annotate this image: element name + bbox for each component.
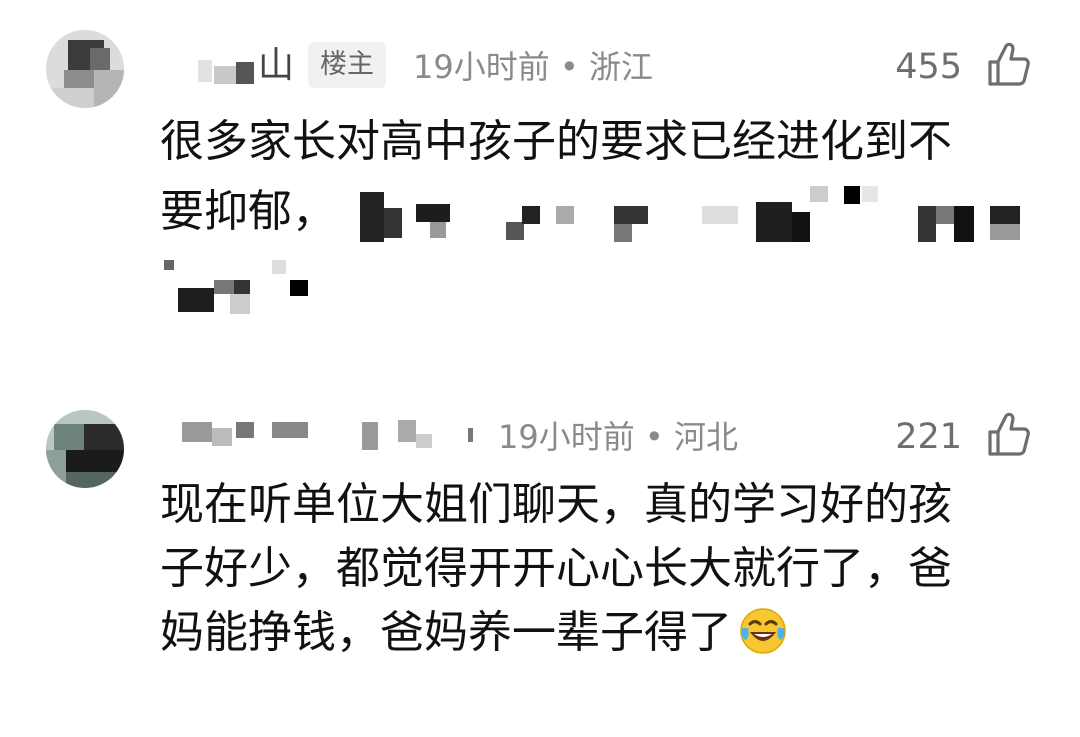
username-redacted[interactable] <box>176 416 476 456</box>
comment-text: 现在听单位大姐们聊天，真的学习好的孩 子好少，都觉得开开心心长大就行了，爸 妈能… <box>160 473 1040 665</box>
comment-text: 要抑郁， <box>160 186 336 237</box>
username-redacted[interactable] <box>196 46 256 90</box>
comment-text-segment: 妈能挣钱，爸妈养一辈子得了 <box>160 607 732 658</box>
thumbs-up-icon[interactable] <box>986 40 1030 88</box>
comment-text-line: 子好少，都觉得开开心心长大就行了，爸 <box>160 543 952 594</box>
like-count: 455 <box>895 47 962 87</box>
redacted-text <box>164 182 1040 314</box>
comment-meta: 19小时前 • 河北 <box>498 418 738 456</box>
comment-item: 19小时前 • 河北 221 现在听单位大姐们聊天，真的学习好的孩 子好少，都觉… <box>0 370 1080 737</box>
comment-text-line: 很多家长对高中孩子的要求已经进化到不 <box>160 116 952 167</box>
comment-meta: 19小时前 • 浙江 <box>413 48 653 86</box>
comment-text-line: 现在听单位大姐们聊天，真的学习好的孩 <box>160 479 952 530</box>
comment-item: 山 楼主 19小时前 • 浙江 455 很多家长对高中孩子的要求已经进化到不 要… <box>0 0 1080 370</box>
thumbs-up-icon[interactable] <box>986 410 1030 458</box>
laughing-tears-emoji <box>740 608 786 654</box>
op-badge: 楼主 <box>308 42 386 88</box>
like-count: 221 <box>895 417 962 457</box>
username[interactable]: 山 <box>258 41 294 91</box>
avatar[interactable] <box>46 410 124 488</box>
avatar[interactable] <box>46 30 124 108</box>
comment-text-line: 妈能挣钱，爸妈养一辈子得了 <box>160 601 1040 665</box>
